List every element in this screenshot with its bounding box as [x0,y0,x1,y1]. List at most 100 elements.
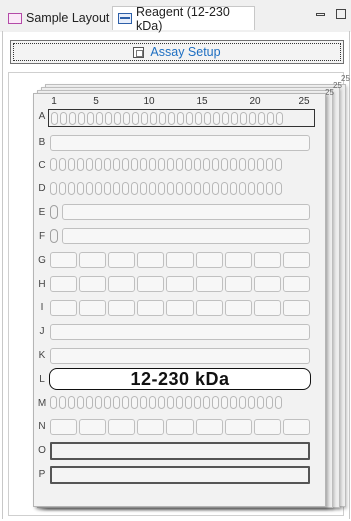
plate-well[interactable] [222,112,229,125]
plate-well[interactable] [257,158,264,171]
plate-well[interactable] [230,182,237,195]
plate-well[interactable] [204,112,211,125]
plate-well[interactable] [275,396,282,409]
plate-well[interactable] [176,396,183,409]
plate-well[interactable] [186,112,193,125]
plate-segment[interactable] [50,300,78,316]
plate-segment[interactable] [282,419,310,435]
plate-well[interactable] [86,396,93,409]
plate-well[interactable] [96,112,103,125]
plate-well[interactable] [176,182,183,195]
plate-segment[interactable] [195,419,223,435]
plate-well[interactable] [122,182,129,195]
plate-well[interactable] [248,182,255,195]
plate-row-b[interactable] [50,135,310,151]
plate-well[interactable] [221,158,228,171]
plate-segment[interactable] [137,276,165,292]
plate-well[interactable] [104,158,111,171]
plate-well[interactable] [77,182,84,195]
plate-well[interactable] [275,158,282,171]
plate-well[interactable] [122,158,129,171]
plate-well[interactable] [158,158,165,171]
plate-well[interactable] [177,112,184,125]
plate-well[interactable] [258,112,265,125]
plate-well[interactable] [113,158,120,171]
plate-segment[interactable] [166,419,194,435]
plate-segment[interactable] [253,276,281,292]
plate-well[interactable] [158,396,165,409]
plate-well[interactable] [249,112,256,125]
plate-row-p[interactable] [50,466,310,484]
plate-row-c[interactable] [50,158,310,172]
plate-segment[interactable] [253,300,281,316]
plate-segment[interactable] [137,252,165,268]
plate-row-n[interactable] [50,419,310,435]
plate-well[interactable] [176,158,183,171]
plate-segment[interactable] [195,276,223,292]
plate-segment[interactable] [282,252,310,268]
plate-well[interactable] [140,182,147,195]
plate-well[interactable] [95,158,102,171]
plate-segment[interactable] [79,300,107,316]
plate-well[interactable] [266,182,273,195]
plate-well[interactable] [140,158,147,171]
plate-segment[interactable] [137,419,165,435]
plate-well[interactable] [248,396,255,409]
plate-segment[interactable] [79,419,107,435]
plate-well-e1[interactable] [50,205,58,219]
plate-well[interactable] [50,158,57,171]
plate-well[interactable] [140,396,147,409]
plate-well[interactable] [257,182,264,195]
plate-segment[interactable] [253,419,281,435]
plate-segment[interactable] [195,252,223,268]
plate-well[interactable] [95,182,102,195]
plate-row-d[interactable] [50,182,310,196]
plate-row-g[interactable] [50,252,310,268]
plate-segment[interactable] [224,300,252,316]
plate-segment[interactable] [282,300,310,316]
plate-segment[interactable] [282,276,310,292]
plate-segment[interactable] [166,276,194,292]
plate-well[interactable] [149,182,156,195]
maximize-icon[interactable] [336,9,346,19]
plate-well[interactable] [239,158,246,171]
plate-well[interactable] [114,112,121,125]
plate-well[interactable] [276,112,283,125]
plate-well[interactable] [194,158,201,171]
plate-well[interactable] [150,112,157,125]
plate-well[interactable] [159,112,166,125]
plate-well[interactable] [168,112,175,125]
plate-well[interactable] [59,396,66,409]
plate-well[interactable] [230,158,237,171]
plate-well[interactable] [194,182,201,195]
plate-well[interactable] [266,396,273,409]
plate-well[interactable] [68,158,75,171]
plate-well[interactable] [105,112,112,125]
plate-well[interactable] [203,396,210,409]
plate-well[interactable] [275,182,282,195]
plate-well[interactable] [131,396,138,409]
plate-well[interactable] [60,112,67,125]
plate-well[interactable] [113,396,120,409]
minimize-icon[interactable] [316,13,325,16]
plate-well[interactable] [131,182,138,195]
plate-well[interactable] [195,112,202,125]
plate-well[interactable] [69,112,76,125]
plate-well[interactable] [86,158,93,171]
plate-well[interactable] [212,396,219,409]
plate-well[interactable] [95,396,102,409]
plate-well[interactable] [239,182,246,195]
plate-well[interactable] [132,112,139,125]
plate-row-i[interactable] [50,300,310,316]
plate-well[interactable] [68,396,75,409]
plate-well[interactable] [185,182,192,195]
plate-well[interactable] [267,112,274,125]
plate-segment[interactable] [224,252,252,268]
plate-well[interactable] [50,396,57,409]
plate-well[interactable] [212,182,219,195]
plate-well[interactable] [230,396,237,409]
plate-row-m[interactable] [50,396,310,410]
plate-segment[interactable] [224,419,252,435]
plate-well[interactable] [122,396,129,409]
plate-segment[interactable] [137,300,165,316]
